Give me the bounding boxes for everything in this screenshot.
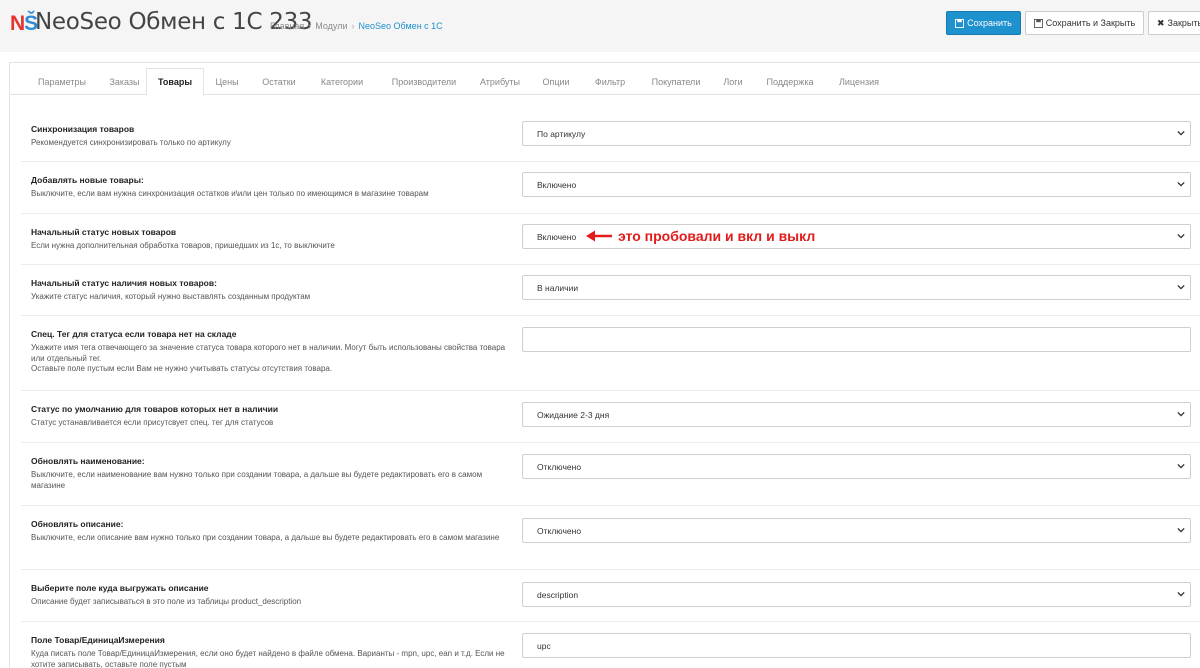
red-arrow-icon bbox=[586, 230, 612, 242]
divider bbox=[21, 161, 1200, 162]
select-value: В наличии bbox=[537, 282, 579, 293]
setting-help: Выключите, если описание вам нужно тольк… bbox=[31, 533, 500, 542]
input-value: upc bbox=[537, 640, 551, 651]
annotation: это пробовали и вкл и выкл bbox=[586, 228, 815, 244]
divider bbox=[21, 569, 1200, 570]
setting-help: Укажите статус наличия, который нужно вы… bbox=[31, 292, 311, 301]
tab-products[interactable]: Товары bbox=[146, 68, 204, 96]
add-new-products-select[interactable]: Включено bbox=[522, 172, 1191, 197]
tab-categories[interactable]: Категории bbox=[312, 68, 372, 95]
chevron-down-icon bbox=[1177, 284, 1185, 290]
select-value: description bbox=[537, 589, 579, 600]
breadcrumb: Главная › Модули › NeoSeo Обмен с 1С bbox=[270, 21, 443, 31]
chevron-down-icon bbox=[1177, 463, 1185, 469]
description-field-select[interactable]: description bbox=[522, 582, 1191, 607]
setting-help: Укажите имя тега отвечающего за значение… bbox=[31, 343, 506, 363]
tab-license[interactable]: Лицензия bbox=[829, 68, 889, 95]
setting-help: Выключите, если вам нужна синхронизация … bbox=[31, 189, 429, 198]
save-button-label: Сохранить bbox=[967, 18, 1012, 28]
update-name-select[interactable]: Отключено bbox=[522, 454, 1191, 479]
save-icon bbox=[1033, 18, 1043, 28]
tab-manufacturers[interactable]: Производители bbox=[381, 68, 467, 95]
tab-orders[interactable]: Заказы bbox=[97, 68, 152, 95]
tabs-bar: Параметры Заказы Товары Цены Остатки Кат… bbox=[10, 68, 1200, 96]
tab-customers[interactable]: Покупатели bbox=[644, 68, 708, 95]
tab-options[interactable]: Опции bbox=[536, 68, 576, 95]
chevron-down-icon bbox=[1177, 411, 1185, 417]
select-value: Отключено bbox=[537, 525, 582, 536]
breadcrumb-current[interactable]: NeoSeo Обмен с 1С bbox=[359, 21, 443, 31]
save-button[interactable]: Сохранить bbox=[946, 11, 1021, 35]
tab-attributes[interactable]: Атрибуты bbox=[475, 68, 525, 95]
divider bbox=[21, 390, 1200, 391]
divider bbox=[21, 315, 1200, 316]
chevron-down-icon bbox=[1177, 233, 1185, 239]
select-value: Включено bbox=[537, 231, 577, 242]
chevron-down-icon bbox=[1177, 591, 1185, 597]
update-description-select[interactable]: Отключено bbox=[522, 518, 1191, 543]
setting-help: Если нужна дополнительная обработка това… bbox=[31, 241, 335, 250]
breadcrumb-home[interactable]: Главная bbox=[270, 21, 304, 31]
select-value: По артикулу bbox=[537, 128, 586, 139]
neoseo-logo: NŠ bbox=[10, 12, 38, 35]
stock-status-select[interactable]: В наличии bbox=[522, 275, 1191, 300]
save-and-close-button[interactable]: Сохранить и Закрыть bbox=[1025, 11, 1144, 35]
tab-logs[interactable]: Логи bbox=[718, 68, 748, 95]
setting-help: Описание будет записываться в это поле и… bbox=[31, 597, 302, 606]
tab-parameters[interactable]: Параметры bbox=[22, 68, 102, 95]
divider bbox=[21, 442, 1200, 443]
setting-help: Статус устанавливается если присутсвует … bbox=[31, 418, 274, 427]
unit-field-input[interactable]: upc bbox=[522, 633, 1191, 658]
tab-prices[interactable]: Цены bbox=[209, 68, 245, 95]
select-value: Отключено bbox=[537, 461, 582, 472]
chevron-down-icon bbox=[1177, 527, 1185, 533]
out-of-stock-status-select[interactable]: Ожидание 2-3 дня bbox=[522, 402, 1191, 427]
divider bbox=[21, 621, 1200, 622]
top-header: NŠ NeoSeo Обмен с 1С 233 Главная › Модули ›… bbox=[0, 0, 1200, 52]
divider bbox=[21, 505, 1200, 506]
chevron-down-icon bbox=[1177, 181, 1185, 187]
select-value: Ожидание 2-3 дня bbox=[537, 409, 610, 420]
divider bbox=[21, 213, 1200, 214]
special-tag-input[interactable] bbox=[522, 327, 1191, 352]
tab-support[interactable]: Поддержка bbox=[759, 68, 821, 95]
close-button[interactable]: ✖ Закрыть bbox=[1148, 11, 1200, 35]
select-value: Включено bbox=[537, 179, 577, 190]
chevron-down-icon bbox=[1177, 130, 1185, 136]
close-button-label: Закрыть bbox=[1167, 18, 1200, 28]
annotation-text: это пробовали и вкл и выкл bbox=[618, 228, 816, 244]
save-and-close-label: Сохранить и Закрыть bbox=[1045, 18, 1136, 28]
setting-help: Рекомендуется синхронизировать только по… bbox=[31, 138, 231, 147]
tab-filter[interactable]: Фильтр bbox=[588, 68, 632, 95]
setting-help: Куда писать поле Товар/ЕдиницаИзмерения,… bbox=[31, 649, 505, 668]
close-icon: ✖ bbox=[1157, 17, 1165, 28]
save-icon bbox=[955, 18, 965, 28]
setting-help: Оставьте поле пустым если Вам не нужно у… bbox=[31, 364, 333, 373]
divider bbox=[21, 264, 1200, 265]
tab-stock[interactable]: Остатки bbox=[256, 68, 302, 95]
breadcrumb-modules[interactable]: Модули bbox=[315, 21, 347, 31]
setting-help: Выключите, если наименование вам нужно т… bbox=[31, 470, 483, 490]
sync-products-select[interactable]: По артикулу bbox=[522, 121, 1191, 146]
